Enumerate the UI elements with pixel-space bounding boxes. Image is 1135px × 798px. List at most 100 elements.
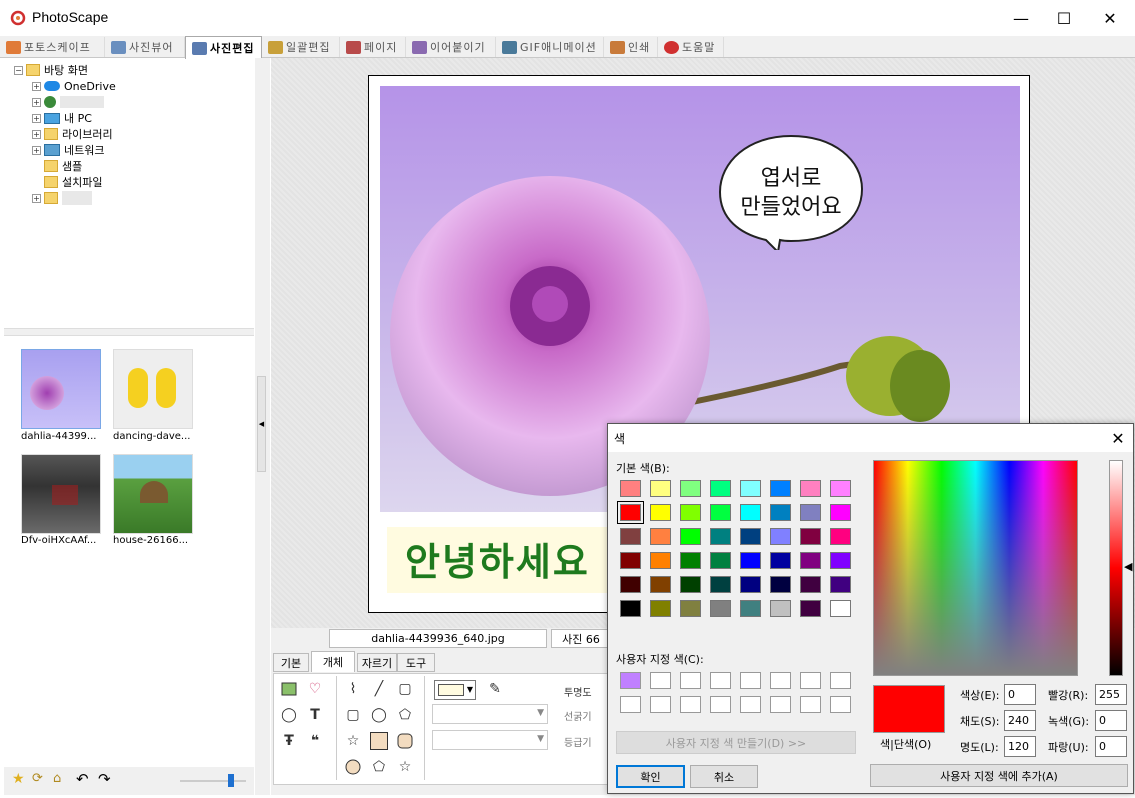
custom-color-swatch[interactable] bbox=[740, 672, 761, 689]
basic-color-swatch[interactable] bbox=[770, 600, 791, 617]
basic-color-swatch[interactable] bbox=[800, 576, 821, 593]
define-custom-colors-button[interactable]: 사용자 지정 색 만들기(D) >> bbox=[616, 731, 856, 754]
basic-color-swatch[interactable] bbox=[680, 528, 701, 545]
basic-color-swatch[interactable] bbox=[770, 480, 791, 497]
tree-item-desktop[interactable]: − 바탕 화면 bbox=[14, 62, 88, 78]
basic-color-swatch[interactable] bbox=[620, 600, 641, 617]
basic-color-swatch[interactable] bbox=[710, 528, 731, 545]
tree-item-onedrive[interactable]: + OneDrive bbox=[32, 78, 116, 94]
tab-viewer[interactable]: 사진뷰어 bbox=[105, 37, 185, 57]
basic-color-swatch[interactable] bbox=[830, 552, 851, 569]
luminance-bar[interactable] bbox=[1109, 460, 1123, 676]
tab-page[interactable]: 페이지 bbox=[340, 37, 406, 57]
custom-color-swatch[interactable] bbox=[650, 696, 671, 713]
tab-combine[interactable]: 이어붙이기 bbox=[406, 37, 496, 57]
minimize-button[interactable]: — bbox=[998, 0, 1044, 36]
tab-object[interactable]: 개체 bbox=[311, 651, 355, 672]
tree-item-samples[interactable]: 샘플 bbox=[44, 158, 82, 174]
basic-color-swatch[interactable] bbox=[650, 576, 671, 593]
text-tool-icon[interactable]: T bbox=[306, 706, 324, 724]
close-button[interactable]: ✕ bbox=[1087, 0, 1133, 36]
green-field[interactable]: 0 bbox=[1095, 710, 1127, 731]
tab-batch[interactable]: 일괄편집 bbox=[262, 37, 340, 57]
custom-color-swatch[interactable] bbox=[680, 672, 701, 689]
basic-color-swatch[interactable] bbox=[650, 480, 671, 497]
thumbnail-dahlia[interactable] bbox=[21, 349, 101, 429]
back-arrow-icon[interactable]: ↶ bbox=[76, 770, 89, 788]
tree-item-my-pc[interactable]: + 내 PC bbox=[32, 110, 92, 126]
custom-color-swatch[interactable] bbox=[680, 696, 701, 713]
rounded-rect-tool-icon[interactable]: ▢ bbox=[344, 706, 362, 724]
insert-image-icon[interactable] bbox=[280, 680, 298, 698]
grade-combo[interactable]: ▼ bbox=[432, 730, 548, 750]
basic-color-swatch[interactable] bbox=[830, 600, 851, 617]
add-to-custom-colors-button[interactable]: 사용자 지정 색에 추가(A) bbox=[870, 764, 1128, 787]
saturation-field[interactable]: 240 bbox=[1004, 710, 1036, 731]
custom-color-swatch[interactable] bbox=[620, 672, 641, 689]
refresh-folder-icon[interactable]: ⟳ bbox=[32, 771, 43, 786]
open-folder-icon[interactable]: ⌂ bbox=[53, 771, 61, 786]
expand-icon[interactable]: + bbox=[32, 129, 41, 139]
hue-field[interactable]: 0 bbox=[1004, 684, 1036, 705]
filled-circle-tool-icon[interactable] bbox=[344, 758, 362, 776]
basic-color-swatch[interactable] bbox=[650, 504, 671, 521]
tree-item-library[interactable]: + 라이브러리 bbox=[32, 126, 113, 142]
expand-icon[interactable]: + bbox=[32, 97, 41, 107]
basic-color-swatch[interactable] bbox=[620, 576, 641, 593]
maximize-button[interactable]: ☐ bbox=[1041, 0, 1087, 36]
basic-color-swatch[interactable] bbox=[800, 504, 821, 521]
basic-color-swatch[interactable] bbox=[770, 504, 791, 521]
tab-crop[interactable]: 자르기 bbox=[357, 653, 397, 672]
tree-item-hidden[interactable]: + bbox=[32, 190, 92, 206]
tab-tools[interactable]: 도구 bbox=[397, 653, 435, 672]
eyedropper-icon[interactable]: ✎ bbox=[486, 680, 504, 698]
basic-color-swatch[interactable] bbox=[740, 528, 761, 545]
basic-color-swatch[interactable] bbox=[740, 480, 761, 497]
pentagon-tool-icon[interactable]: ⬠ bbox=[396, 706, 414, 724]
basic-color-swatch[interactable] bbox=[830, 576, 851, 593]
basic-color-swatch[interactable] bbox=[830, 528, 851, 545]
custom-color-swatch[interactable] bbox=[710, 696, 731, 713]
basic-color-swatch[interactable] bbox=[680, 576, 701, 593]
collapse-icon[interactable]: − bbox=[14, 65, 23, 75]
basic-color-swatch[interactable] bbox=[650, 600, 671, 617]
basic-color-swatch[interactable] bbox=[650, 528, 671, 545]
luminance-arrow-icon[interactable]: ◀ bbox=[1124, 560, 1132, 573]
basic-color-swatch[interactable] bbox=[620, 480, 641, 497]
rectangle-tool-icon[interactable]: ▢ bbox=[396, 680, 414, 698]
basic-color-swatch[interactable] bbox=[740, 576, 761, 593]
basic-color-swatch[interactable] bbox=[710, 480, 731, 497]
dialog-close-button[interactable]: ✕ bbox=[1106, 426, 1130, 450]
custom-color-swatch[interactable] bbox=[770, 696, 791, 713]
expand-icon[interactable]: + bbox=[32, 113, 41, 123]
tab-help[interactable]: 도움말 bbox=[658, 37, 724, 57]
eraser-tool-icon[interactable]: ⌇ bbox=[344, 680, 362, 698]
custom-color-swatch[interactable] bbox=[800, 672, 821, 689]
speech-balloon-icon[interactable]: ◯ bbox=[280, 706, 298, 724]
ok-button[interactable]: 확인 bbox=[616, 765, 685, 788]
star-icon[interactable]: ★ bbox=[12, 771, 25, 787]
basic-color-swatch[interactable] bbox=[650, 552, 671, 569]
zoom-slider-thumb[interactable] bbox=[228, 774, 234, 787]
custom-color-swatch[interactable] bbox=[620, 696, 641, 713]
basic-color-swatch[interactable] bbox=[800, 528, 821, 545]
tree-item-user[interactable]: + bbox=[32, 94, 104, 110]
basic-color-swatch[interactable] bbox=[800, 552, 821, 569]
text-style-icon[interactable]: Ŧ bbox=[280, 732, 298, 750]
expand-icon[interactable]: + bbox=[32, 81, 41, 91]
basic-color-swatch[interactable] bbox=[680, 552, 701, 569]
filled-pentagon-tool-icon[interactable]: ⬠ bbox=[370, 758, 388, 776]
filled-rect-tool-icon[interactable] bbox=[370, 732, 388, 750]
tree-item-install[interactable]: 설치파일 bbox=[44, 174, 102, 190]
tab-basic[interactable]: 기본 bbox=[273, 653, 309, 672]
zoom-slider-track[interactable] bbox=[180, 780, 246, 782]
basic-color-swatch[interactable] bbox=[680, 504, 701, 521]
basic-color-swatch[interactable] bbox=[710, 600, 731, 617]
expand-icon[interactable]: + bbox=[32, 145, 41, 155]
folder-tree[interactable]: − 바탕 화면 + OneDrive + + 내 PC + 라이브러리 + 네트워크 샘플… bbox=[4, 60, 254, 328]
basic-color-swatch[interactable] bbox=[740, 600, 761, 617]
basic-color-swatch[interactable] bbox=[830, 480, 851, 497]
tab-editor[interactable]: 사진편집 bbox=[185, 36, 262, 59]
expand-icon[interactable]: + bbox=[32, 193, 41, 203]
quote-icon[interactable]: ❝ bbox=[306, 732, 324, 750]
